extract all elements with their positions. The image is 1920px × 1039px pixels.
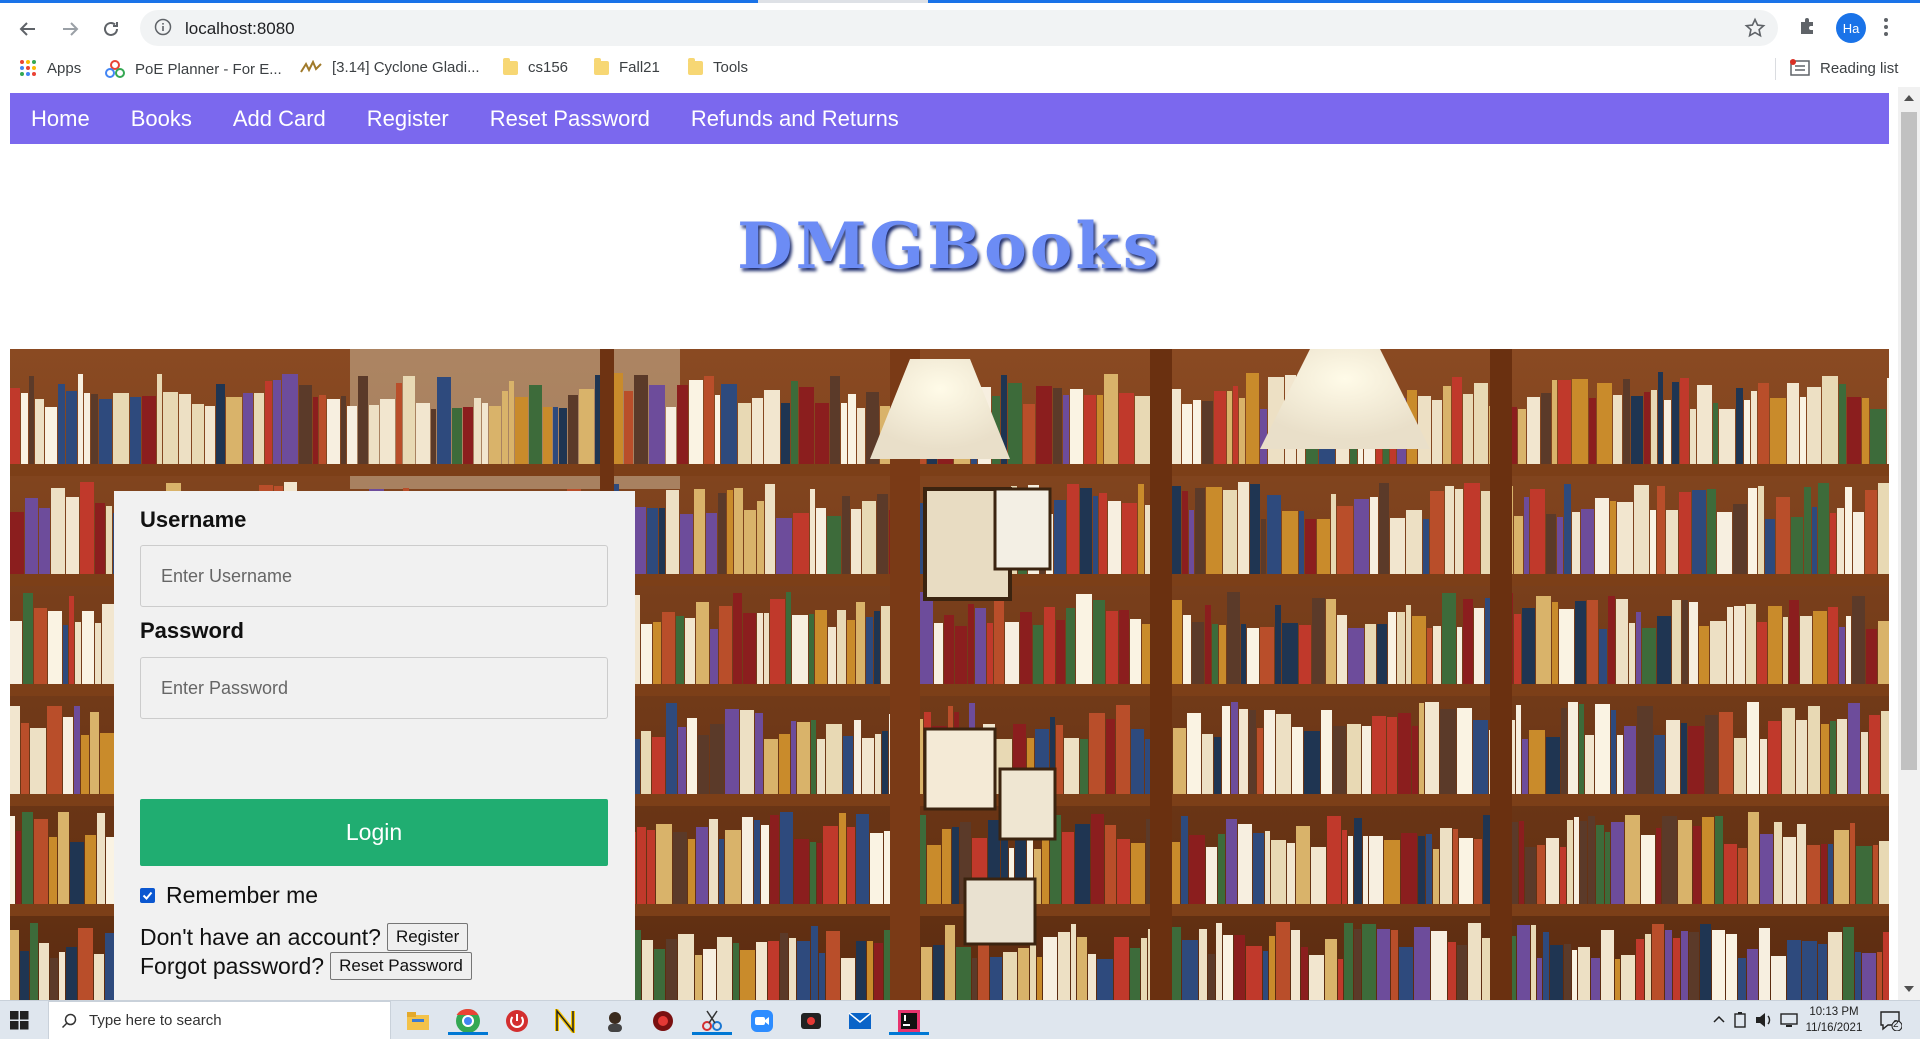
battery-icon[interactable]: [1733, 1012, 1747, 1028]
no-account-text: Don't have an account?: [140, 923, 381, 950]
nav-home[interactable]: Home: [31, 106, 90, 132]
forgot-password-text: Forgot password?: [140, 952, 325, 979]
login-button[interactable]: Login: [140, 799, 608, 866]
scroll-thumb[interactable]: [1901, 112, 1917, 770]
site-navbar: Home Books Add Card Register Reset Passw…: [10, 93, 1889, 144]
clock-date: 11/16/2021: [1805, 1022, 1863, 1034]
scroll-down-arrow-icon[interactable]: [1904, 986, 1914, 992]
windows-start-icon[interactable]: [10, 1011, 29, 1030]
bookmark-label: Apps: [47, 59, 82, 77]
arrow-right-icon: [63, 22, 79, 36]
username-input[interactable]: [140, 545, 608, 607]
bookmark-star-icon[interactable]: [1744, 17, 1766, 39]
bookmark-label: cs156: [528, 59, 569, 76]
folder-icon: [688, 57, 703, 75]
browser-toolbar: localhost:8080 Ha: [0, 3, 1920, 50]
info-icon[interactable]: [154, 18, 172, 36]
network-icon[interactable]: [1780, 1012, 1798, 1028]
chrome-icon[interactable]: [448, 1007, 488, 1035]
nav-reset-password[interactable]: Reset Password: [490, 106, 650, 132]
volume-icon[interactable]: [1755, 1012, 1773, 1028]
profile-avatar[interactable]: Ha: [1836, 13, 1866, 43]
nav-books[interactable]: Books: [131, 106, 192, 132]
no-account-row: Don't have an account? Register: [140, 923, 469, 951]
power-app-icon[interactable]: [503, 1007, 531, 1035]
scroll-up-arrow-icon[interactable]: [1904, 95, 1914, 101]
site-brand-title: DMGBooks: [737, 209, 1162, 284]
bookmark-poe-planner[interactable]: PoE Planner - For E...: [105, 59, 282, 79]
reset-password-button[interactable]: Reset Password: [330, 952, 472, 980]
address-url[interactable]: localhost:8080: [185, 19, 295, 39]
bookmark-apps[interactable]: Apps: [19, 59, 81, 77]
bookmark-label: Fall21: [619, 59, 660, 76]
address-bar[interactable]: localhost:8080: [140, 10, 1778, 46]
search-icon: [61, 1013, 77, 1028]
login-form-card: Username Password Login Remember me Don'…: [114, 491, 635, 1000]
remember-me-row: Remember me: [140, 882, 318, 909]
nav-add-card[interactable]: Add Card: [233, 106, 326, 132]
nav-register[interactable]: Register: [367, 106, 449, 132]
bookmark-label: Tools: [713, 59, 749, 76]
apps-grid-icon: [20, 60, 36, 76]
page-scrollbar[interactable]: [1898, 87, 1920, 1000]
reading-list-icon: [1790, 59, 1810, 76]
bookmarks-divider: [1775, 58, 1776, 80]
clock-time: 10:13 PM: [1809, 1006, 1859, 1018]
bookmark-folder-tools[interactable]: Tools: [688, 57, 749, 76]
cyclone-icon: [300, 59, 322, 73]
snipping-tool-icon[interactable]: [692, 1007, 732, 1035]
remember-me-checkbox[interactable]: [140, 888, 155, 903]
folder-icon: [594, 57, 609, 75]
windows-taskbar: Type here to search 10:13 PM 11/16/2021 …: [0, 1000, 1920, 1039]
arrow-left-icon: [19, 22, 35, 36]
nav-refunds-returns[interactable]: Refunds and Returns: [691, 106, 899, 132]
register-button[interactable]: Register: [386, 923, 469, 951]
bookmark-label: [3.14] Cyclone Gladi...: [332, 59, 480, 76]
back-button[interactable]: [11, 12, 45, 46]
folder-icon: [503, 57, 518, 75]
taskbar-search-box[interactable]: Type here to search: [48, 1001, 391, 1039]
notification-center-button[interactable]: 2: [1880, 1011, 1903, 1036]
taskbar-search-placeholder: Type here to search: [89, 1012, 222, 1029]
bookmarks-bar: Apps PoE Planner - For E... [3.14] Cyclo…: [0, 50, 1920, 87]
bookmark-folder-cs156[interactable]: cs156: [503, 57, 569, 76]
page-viewport: Home Books Add Card Register Reset Passw…: [0, 87, 1920, 1000]
forgot-password-row: Forgot password? Reset Password: [140, 952, 472, 980]
notepad-n-icon[interactable]: [551, 1007, 579, 1035]
file-explorer-icon[interactable]: [404, 1007, 432, 1035]
bookmark-folder-fall21[interactable]: Fall21: [594, 57, 660, 76]
reload-button[interactable]: [94, 12, 128, 46]
remember-me-label: Remember me: [166, 882, 319, 908]
intellij-icon[interactable]: [889, 1007, 929, 1035]
forward-button[interactable]: [53, 12, 87, 46]
more-menu-icon[interactable]: [1883, 16, 1889, 38]
taskbar-clock[interactable]: 10:13 PM 11/16/2021: [1802, 1004, 1866, 1036]
reading-list-label: Reading list: [1820, 59, 1899, 77]
reading-list-button[interactable]: Reading list: [1790, 59, 1898, 77]
password-label: Password: [140, 618, 244, 643]
extensions-puzzle-icon[interactable]: [1797, 15, 1819, 37]
recorder-icon[interactable]: [797, 1007, 825, 1035]
checkmark-icon: [142, 891, 153, 900]
username-label: Username: [140, 507, 247, 532]
reload-icon: [104, 21, 118, 36]
mail-icon[interactable]: [846, 1007, 874, 1035]
game-app-icon[interactable]: [649, 1007, 677, 1035]
poe-planner-icon: [105, 60, 125, 78]
notification-count: 2: [1893, 1019, 1899, 1030]
bookshelf-hero-image: Username Password Login Remember me Don'…: [10, 349, 1889, 1000]
bookmark-cyclone[interactable]: [3.14] Cyclone Gladi...: [300, 59, 480, 76]
bookmark-label: PoE Planner - For E...: [135, 60, 282, 78]
tray-chevron-up-icon[interactable]: [1712, 1013, 1726, 1025]
zoom-icon[interactable]: [748, 1007, 776, 1035]
password-input[interactable]: [140, 657, 608, 719]
avatar-app-icon[interactable]: [601, 1007, 629, 1035]
